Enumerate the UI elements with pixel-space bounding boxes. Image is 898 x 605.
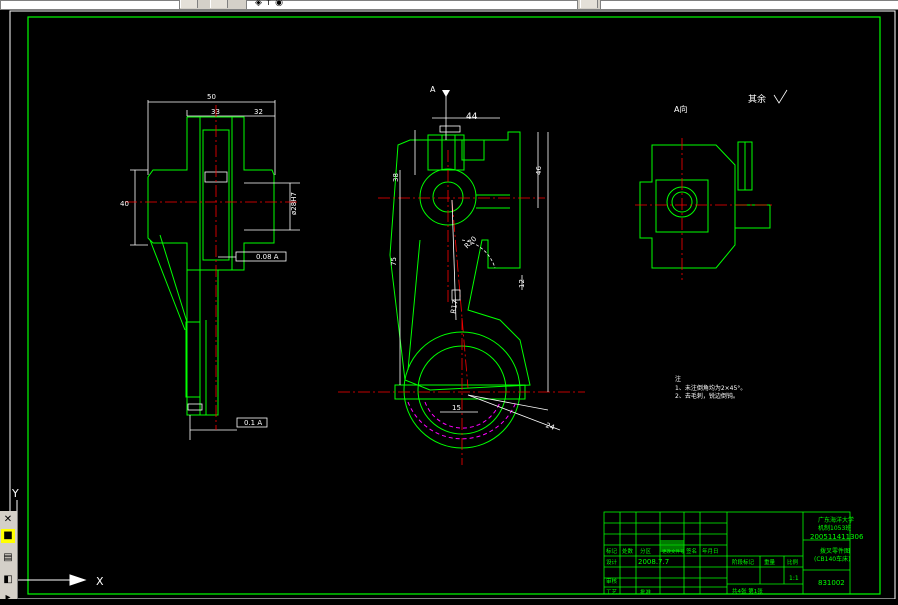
dim-height-40: 40 (120, 200, 129, 208)
properties-toolbar: ◈ ↑ ◉ (0, 0, 898, 10)
properties-icon[interactable]: ■ (1, 529, 15, 543)
layer-tool-icon[interactable]: ▤ (1, 551, 15, 565)
dim-24: 24 (544, 421, 556, 432)
school-name: 广东海洋大学 (818, 516, 854, 524)
dim-46: 46 (535, 166, 543, 175)
roughness-symbol-icon (773, 89, 788, 104)
col-label-sign: 签名 (686, 547, 697, 555)
roughness-note: 其余 (748, 93, 766, 105)
drawing-canvas[interactable]: 50 33 32 40 ø28H7 0.08 A 0.1 A A 44 38 4… (0, 10, 898, 599)
dim-38: 38 (392, 173, 400, 182)
layer-dropdown[interactable] (0, 0, 180, 9)
col-label-count: 处数 (622, 547, 634, 555)
notes-title: 注 (675, 375, 681, 383)
col-label-mark: 标记 (606, 547, 618, 555)
ucs-icon (16, 500, 87, 586)
section-marker-label: A (430, 85, 436, 94)
dim-radius-20: R20 (463, 235, 478, 250)
ucs-y-label: Y (11, 487, 19, 500)
sheet-count: 共4张 第1张 (732, 587, 763, 595)
dim-bore-diameter: ø28H7 (290, 192, 298, 215)
row-label-process: 工艺 (606, 589, 618, 596)
scale-value: 1:1 (789, 575, 799, 582)
design-date: 2008.7.7 (638, 558, 669, 566)
dim-radius-17: R17 (449, 299, 459, 314)
dim-15: 15 (452, 404, 461, 412)
view-a-label: A向 (674, 104, 687, 114)
tool-palette: ✕ ■ ▤ ◧ ▸ (0, 511, 18, 603)
notes-line-1: 1、未注倒角均为2×45°。 (675, 384, 746, 392)
tolerance-flatness: 0.08 A (256, 253, 279, 261)
dim-12: 12 (518, 279, 526, 288)
layer-dropdown-arrow[interactable] (180, 0, 198, 8)
ratio-label: 比例 (787, 558, 799, 566)
front-view (147, 116, 275, 416)
tolerance-perpendicularity: 0.1 A (244, 419, 262, 427)
dim-width-33: 33 (211, 108, 220, 116)
row-label-designer: 设计 (606, 558, 618, 566)
dim-width-32: 32 (254, 108, 263, 116)
student-id: 200511411306 (810, 533, 864, 541)
class-name: 机制1053班 (818, 524, 851, 532)
machine-name: (CB140车床) (814, 555, 850, 563)
technical-notes: 注 1、未注倒角均为2×45°。 2、去毛刺，锐边倒钝。 (675, 375, 746, 400)
front-center-lines (125, 105, 300, 430)
ucs-x-label: X (96, 575, 104, 588)
col-label-date: 年月日 (702, 547, 719, 555)
part-name: 拨叉零件图 (820, 547, 850, 555)
stage-label: 阶段标记 (732, 558, 755, 566)
drawing-number: 831002 (818, 579, 845, 587)
dim-width-50: 50 (207, 93, 216, 101)
lineweight-dropdown-arrow[interactable] (580, 0, 598, 8)
col-label-zone: 分区 (640, 547, 652, 555)
close-icon[interactable]: ✕ (1, 513, 15, 527)
row-label-check: 审核 (606, 577, 618, 585)
linetype-dropdown[interactable]: ◈ ↑ ◉ (246, 0, 578, 9)
dim-75: 75 (390, 257, 398, 266)
notes-line-2: 2、去毛刺，锐边倒钝。 (675, 392, 739, 400)
match-properties-icon[interactable]: ◧ (1, 573, 15, 587)
linetype-icon: ◈ ↑ ◉ (255, 0, 284, 8)
dim-44: 44 (466, 112, 478, 122)
lineweight-dropdown[interactable] (600, 0, 898, 9)
expand-arrow-icon[interactable]: ▸ (1, 591, 15, 605)
section-dims (399, 95, 561, 431)
section-arrow-icon (442, 90, 450, 97)
color-dropdown-arrow[interactable] (210, 0, 228, 8)
weight-label: 重量 (764, 558, 776, 566)
row-label-approve: 批准 (640, 588, 652, 596)
col-label-change-doc: 更改文件号 (662, 548, 685, 555)
